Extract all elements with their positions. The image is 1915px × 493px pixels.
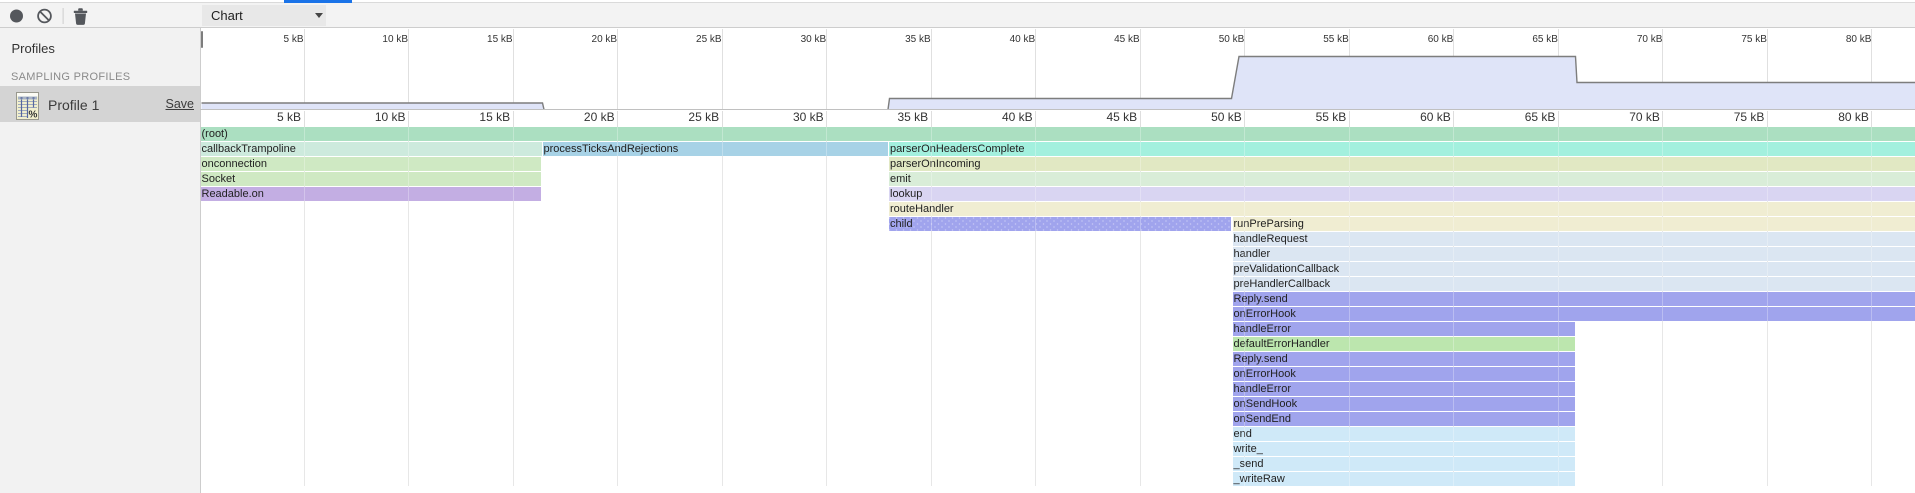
svg-text:%: % bbox=[29, 110, 38, 121]
